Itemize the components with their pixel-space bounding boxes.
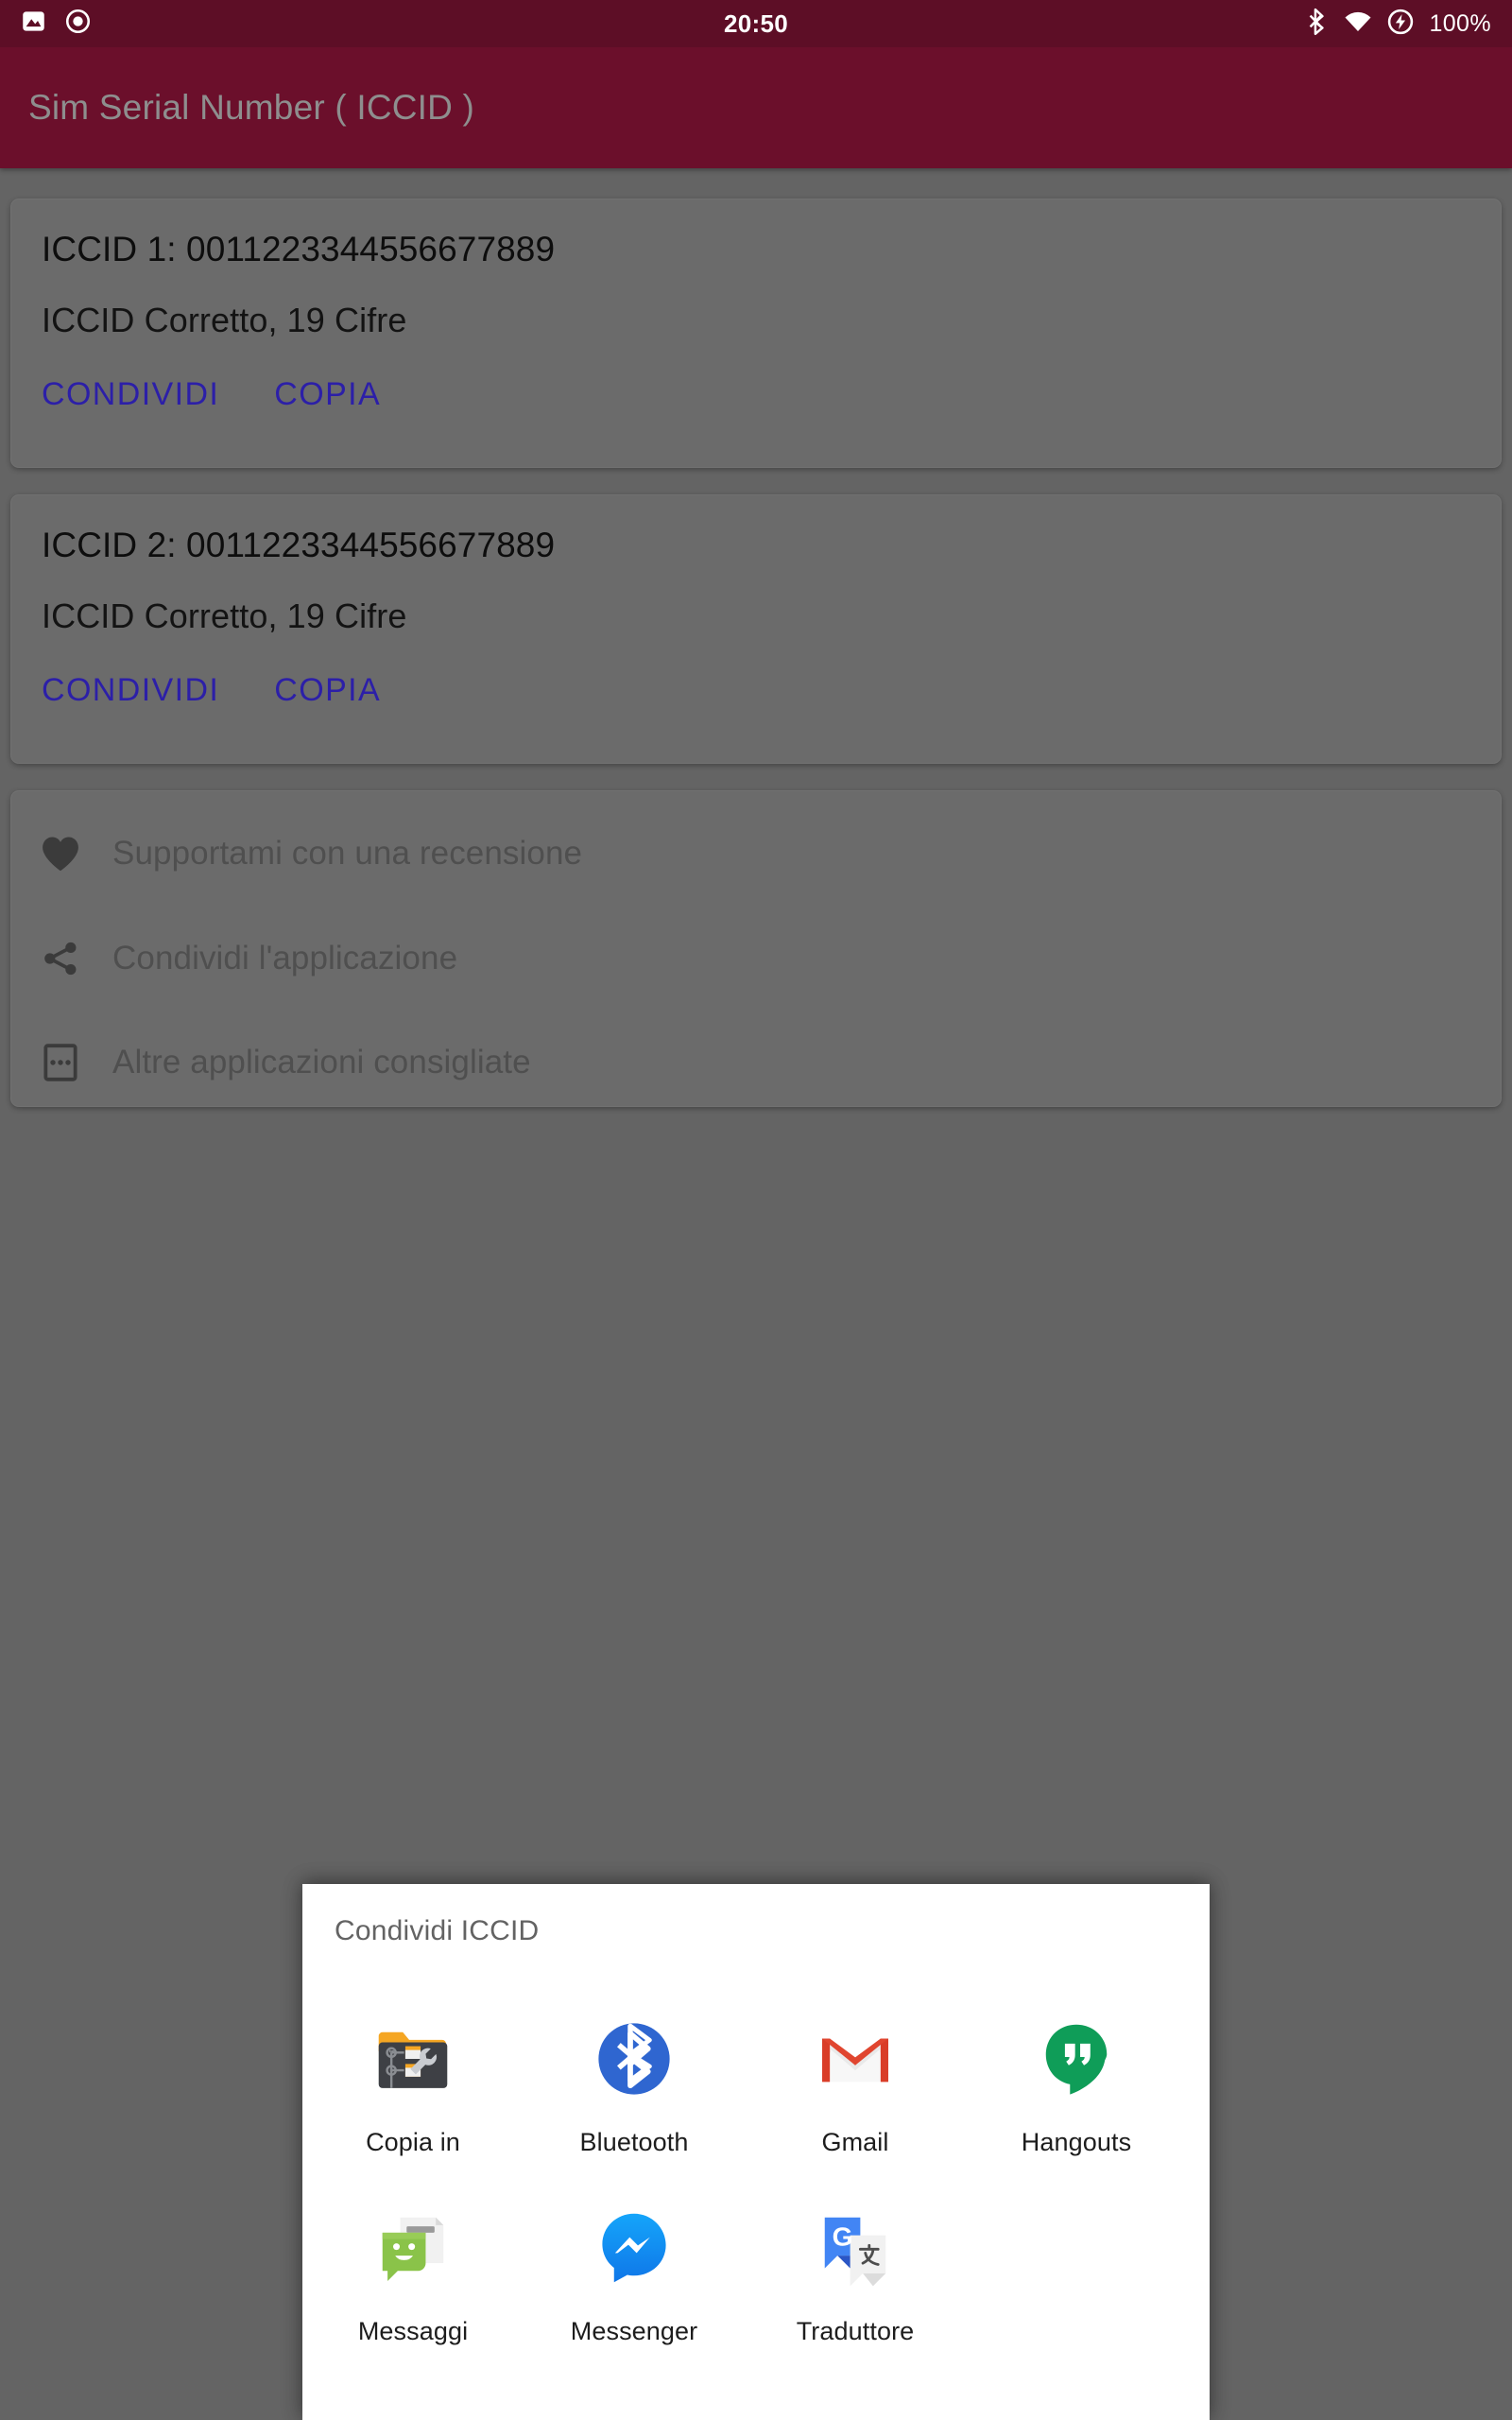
share-sheet-title: Condividi ICCID [335,1915,540,1946]
image-icon [21,9,46,39]
share-app-grid: Copia in Bluetooth Gmail Hangouts Messag… [302,1986,1210,2364]
iccid-card-2: ICCID 2: 0011223344556677889 ICCID Corre… [10,494,1502,764]
gmail-icon [807,2011,903,2107]
status-bar-clock: 20:50 [724,9,788,38]
wifi-icon [1344,10,1372,38]
share-button-1[interactable]: CONDIVIDI [42,376,219,413]
share-target-label: Gmail [821,2128,889,2156]
share-sheet-dialog: Condividi ICCID Copia in Bluetooth Gmail… [302,1884,1210,2420]
record-icon [65,9,91,39]
share-target-gmail[interactable]: Gmail [748,1986,962,2175]
link-label-share-app: Condividi l'applicazione [112,940,458,977]
iccid-2-status: ICCID Corretto, 19 Cifre [42,596,407,635]
page-title: Sim Serial Number ( ICCID ) [28,88,475,127]
iccid-1-status: ICCID Corretto, 19 Cifre [42,301,407,339]
share-target-hangouts[interactable]: Hangouts [970,1986,1183,2175]
copy-button-2[interactable]: COPIA [274,672,381,709]
battery-percent-label: 100% [1429,9,1491,37]
share-button-2[interactable]: CONDIVIDI [42,672,219,709]
app-bar: Sim Serial Number ( ICCID ) [0,47,1512,168]
share-target-label: Messaggi [357,2317,469,2345]
share-target-traduttore[interactable]: G Traduttore [748,2175,962,2364]
bluetooth-icon [1304,8,1329,41]
links-card: Supportami con una recensione Condividi … [10,790,1502,1107]
iccid-2-value: ICCID 2: 0011223344556677889 [42,526,556,564]
link-label-review: Supportami con una recensione [112,835,583,872]
phone-screen: 20:50 100% Sim Serial Number (ICCID) I… [0,0,1512,2420]
share-nodes-icon [39,937,82,980]
bluetooth-app-icon [586,2011,682,2107]
share-target-messenger[interactable]: Messenger [527,2175,741,2364]
google-translate-icon: G [807,2200,903,2296]
share-target-label: Copia in [366,2128,460,2156]
status-bar-right-icons: 100% [1304,8,1491,41]
link-row-review[interactable]: Supportami con una recensione [39,832,582,875]
iccid-2-actions: CONDIVIDI COPIA [42,672,381,709]
share-target-copia-in[interactable]: Copia in [306,1986,520,2175]
link-label-more-apps: Altre applicazioni consigliate [112,1044,531,1080]
hangouts-icon [1028,2011,1125,2107]
status-bar-left-icons [21,9,91,39]
messenger-icon [586,2200,682,2296]
link-row-more-apps[interactable]: Altre applicazioni consigliate [39,1041,531,1084]
iccid-1-actions: CONDIVIDI COPIA [42,376,381,413]
share-target-label: Hangouts [1021,2128,1132,2156]
svg-text:G: G [833,2221,853,2251]
copy-button-1[interactable]: COPIA [274,376,381,413]
battery-charging-icon [1387,9,1414,40]
share-target-bluetooth[interactable]: Bluetooth [527,1986,741,2175]
share-target-messaggi[interactable]: Messaggi [306,2175,520,2364]
messages-icon [365,2200,461,2296]
heart-icon [39,832,82,875]
share-target-label: Messenger [570,2317,698,2345]
status-bar: 20:50 100% [0,0,1512,47]
share-target-label: Traduttore [796,2317,915,2345]
iccid-1-value: ICCID 1: 0011223344556677889 [42,230,556,268]
more-apps-icon [39,1041,82,1084]
file-manager-icon [365,2011,461,2107]
iccid-card-1: ICCID 1: 0011223344556677889 ICCID Corre… [10,199,1502,468]
link-row-share-app[interactable]: Condividi l'applicazione [39,937,457,980]
share-target-label: Bluetooth [579,2128,689,2156]
